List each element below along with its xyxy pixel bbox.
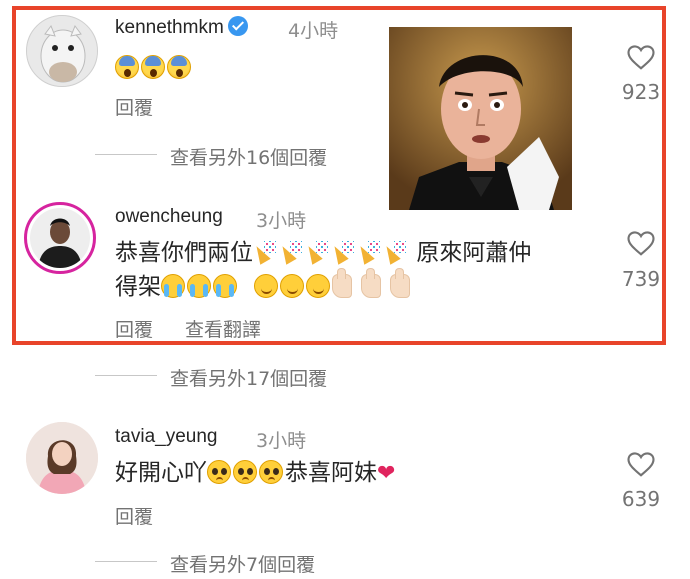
party-popper-emoji bbox=[305, 240, 329, 264]
party-popper-emoji bbox=[383, 240, 407, 264]
pleading-face-emoji bbox=[259, 460, 283, 484]
verified-badge-icon bbox=[227, 16, 248, 36]
party-popper-emoji bbox=[331, 240, 355, 264]
red-heart-emoji: ❤ bbox=[377, 461, 396, 486]
pleading-face-emoji bbox=[233, 460, 257, 484]
avatar-owencheung[interactable] bbox=[24, 202, 96, 274]
see-translation-button[interactable]: 查看翻譯 bbox=[185, 315, 261, 342]
reply-button[interactable]: 回覆 bbox=[115, 315, 153, 342]
pleading-face-emoji bbox=[207, 460, 231, 484]
thumbs-up-emoji bbox=[390, 268, 411, 298]
profile-photo bbox=[30, 208, 90, 268]
comment-text-part: 得架 bbox=[115, 274, 161, 300]
like-count: 923 bbox=[621, 80, 661, 104]
like-count: 639 bbox=[621, 487, 661, 511]
comment-text-part: 原來阿蕭仲 bbox=[416, 240, 532, 266]
horse-mascot-image bbox=[27, 16, 97, 86]
face-screaming-emoji bbox=[115, 55, 139, 79]
comment-time: 4小時 bbox=[288, 20, 339, 42]
comment-time: 3小時 bbox=[256, 430, 307, 452]
avatar-kennethmkm[interactable] bbox=[26, 15, 98, 87]
reply-button[interactable]: 回覆 bbox=[115, 502, 153, 529]
avatar-tavia-yeung[interactable] bbox=[26, 422, 98, 494]
view-more-replies[interactable]: 查看另外17個回覆 bbox=[170, 364, 327, 391]
comment-text-tavia-yeung: 好開心吖 恭喜阿妹❤ bbox=[115, 456, 395, 491]
comment-text-part: 恭喜你們兩位 bbox=[115, 240, 253, 266]
username-kennethmkm[interactable]: kennethmkm bbox=[115, 16, 248, 39]
profile-photo bbox=[26, 422, 98, 494]
reaction-photo bbox=[389, 27, 572, 210]
party-popper-emoji bbox=[279, 240, 303, 264]
comment-time: 3小時 bbox=[256, 210, 307, 232]
thumbs-up-emoji bbox=[360, 268, 381, 298]
reply-button[interactable]: 回覆 bbox=[115, 93, 153, 120]
smiling-face-emoji bbox=[253, 274, 278, 298]
smiling-face-emoji bbox=[279, 274, 304, 298]
smiling-face-emoji bbox=[305, 274, 330, 298]
heart-outline-icon[interactable] bbox=[625, 449, 657, 479]
like-count: 739 bbox=[621, 267, 661, 291]
view-more-replies[interactable]: 查看另外16個回覆 bbox=[170, 143, 327, 170]
party-popper-emoji bbox=[357, 240, 381, 264]
comment-text-owencheung-line2: 得架 bbox=[115, 268, 412, 304]
shocked-man-photo bbox=[389, 27, 572, 210]
comment-text-part: 好開心吖 bbox=[115, 460, 207, 486]
party-popper-emoji bbox=[253, 240, 277, 264]
divider-line bbox=[95, 154, 157, 155]
loudly-crying-emoji bbox=[213, 274, 237, 298]
loudly-crying-emoji bbox=[187, 274, 211, 298]
divider-line bbox=[95, 375, 157, 376]
thumbs-up-emoji bbox=[331, 268, 352, 298]
heart-outline-icon[interactable] bbox=[625, 42, 657, 72]
comment-text-owencheung: 恭喜你們兩位 原來阿蕭仲 bbox=[115, 236, 531, 270]
comment-text-kennethmkm bbox=[115, 51, 193, 85]
divider-line bbox=[95, 561, 157, 562]
username-text[interactable]: kennethmkm bbox=[115, 17, 224, 38]
face-screaming-emoji bbox=[167, 55, 191, 79]
loudly-crying-emoji bbox=[161, 274, 185, 298]
username-owencheung[interactable]: owencheung bbox=[115, 206, 223, 228]
heart-outline-icon[interactable] bbox=[625, 228, 657, 258]
face-screaming-emoji bbox=[141, 55, 165, 79]
view-more-replies[interactable]: 查看另外7個回覆 bbox=[170, 550, 315, 577]
comment-text-part: 恭喜阿妹 bbox=[285, 460, 377, 486]
username-tavia-yeung[interactable]: tavia_yeung bbox=[115, 426, 217, 448]
